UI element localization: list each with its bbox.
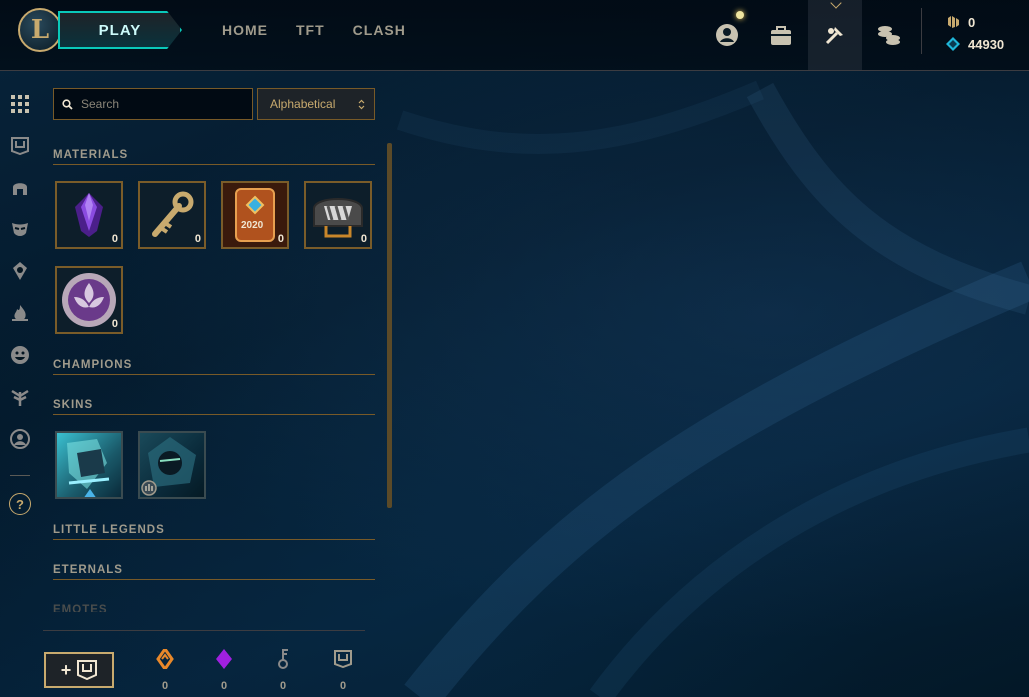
store-bag-icon[interactable] (754, 0, 808, 70)
active-indicator (830, 0, 842, 9)
search-input[interactable] (81, 97, 241, 111)
top-bar: L PLAY HOME TFT CLASH 0 44930 (0, 0, 1029, 71)
nav-clash[interactable]: CLASH (353, 22, 406, 38)
plus-icon: + (60, 659, 72, 680)
riot-points-icon (948, 16, 959, 28)
topbar-divider (921, 8, 922, 54)
help-icon[interactable]: ? (9, 493, 31, 515)
material-hextech-key[interactable]: 0 (138, 181, 206, 249)
riot-points-value: 0 (968, 14, 976, 30)
top-icon-group (700, 0, 916, 70)
key-fragment-stat: 0 (271, 648, 295, 692)
material-count: 0 (194, 233, 201, 245)
key-fragment-icon (278, 649, 288, 669)
event-token-icon (235, 188, 275, 242)
event-token-year: 2020 (241, 220, 264, 231)
section-champions-label: CHAMPIONS (53, 359, 133, 371)
section-eternals[interactable]: ETERNALS (53, 560, 375, 580)
chest-icon (77, 660, 98, 680)
emote-icon[interactable] (10, 345, 30, 365)
ward-icon[interactable] (10, 261, 30, 281)
notification-dot (736, 11, 744, 19)
footer-divider (43, 630, 365, 631)
section-skins[interactable]: SKINS (53, 395, 375, 415)
sort-chevrons-icon (358, 99, 365, 109)
orange-essence-icon (156, 649, 174, 669)
nav-tft[interactable]: TFT (296, 22, 325, 38)
category-rail: ? (0, 72, 42, 697)
craft-chest-button[interactable]: + (44, 652, 114, 688)
nav-home[interactable]: HOME (222, 22, 268, 38)
gemstone-icon (75, 193, 103, 237)
mythic-essence-stat: 0 (212, 648, 236, 692)
flame-icon[interactable] (10, 303, 30, 323)
blue-essence-value: 44930 (968, 36, 1005, 52)
material-count: 0 (360, 233, 367, 245)
chest-icon[interactable] (10, 136, 30, 156)
search-icon (62, 98, 73, 110)
section-little-legends[interactable]: LITTLE LEGENDS (53, 520, 375, 540)
blue-essence-icon (946, 37, 960, 51)
section-eternals-label: ETERNALS (53, 564, 123, 576)
helmet-icon[interactable] (10, 178, 30, 198)
material-count: 0 (111, 233, 118, 245)
section-champions[interactable]: CHAMPIONS (53, 355, 375, 375)
skin-art (67, 439, 110, 489)
section-materials[interactable]: MATERIALS (53, 145, 375, 165)
search-field[interactable] (53, 88, 253, 120)
chest-value: 0 (339, 680, 347, 692)
orange-essence-value: 0 (161, 680, 169, 692)
sort-dropdown[interactable]: Alphabetical (257, 88, 375, 120)
mastery-badge-icon (141, 480, 157, 496)
section-emotes[interactable]: EMOTES (53, 600, 375, 612)
chest-stat: 0 (331, 648, 355, 692)
sort-selected-label: Alphabetical (270, 97, 336, 111)
mythic-essence-icon (216, 649, 232, 669)
skin-item[interactable] (138, 431, 206, 499)
material-count: 0 (111, 318, 118, 330)
hextech-key-icon (152, 191, 194, 237)
main-nav: HOME TFT CLASH (222, 22, 406, 38)
all-grid-icon[interactable] (10, 94, 30, 114)
play-button[interactable]: PLAY (58, 11, 182, 49)
key-fragment-value: 0 (279, 680, 287, 692)
currency-stack-icon[interactable] (862, 0, 916, 70)
material-event-pass-token[interactable]: 0 2020 (221, 181, 289, 249)
section-skins-label: SKINS (53, 399, 94, 411)
orb-icon (62, 273, 116, 327)
rail-divider (10, 475, 30, 476)
masterwork-chest-icon (313, 198, 363, 238)
crafting-icon[interactable] (808, 0, 862, 70)
rarity-triangle-icon (84, 489, 96, 497)
material-count: 0 (277, 233, 284, 245)
orange-essence-stat: 0 (153, 648, 177, 692)
section-materials-label: MATERIALS (53, 149, 129, 161)
currency-display[interactable]: 0 44930 (946, 11, 1004, 55)
skin-item[interactable] (55, 431, 123, 499)
material-gemstone[interactable]: 0 (55, 181, 123, 249)
material-orb[interactable]: 0 (55, 266, 123, 334)
section-emotes-label: EMOTES (53, 604, 108, 612)
section-little-legends-label: LITTLE LEGENDS (53, 524, 165, 536)
profile-icon[interactable] (700, 0, 754, 70)
mask-icon[interactable] (10, 219, 30, 239)
tree-icon[interactable] (10, 387, 30, 407)
league-logo[interactable]: L (18, 8, 62, 52)
material-masterwork-chest[interactable]: 0 (304, 181, 372, 249)
scrollbar[interactable] (387, 143, 392, 508)
chest-icon (334, 650, 352, 668)
icon-frame-icon[interactable] (10, 429, 30, 449)
mythic-essence-value: 0 (220, 680, 228, 692)
